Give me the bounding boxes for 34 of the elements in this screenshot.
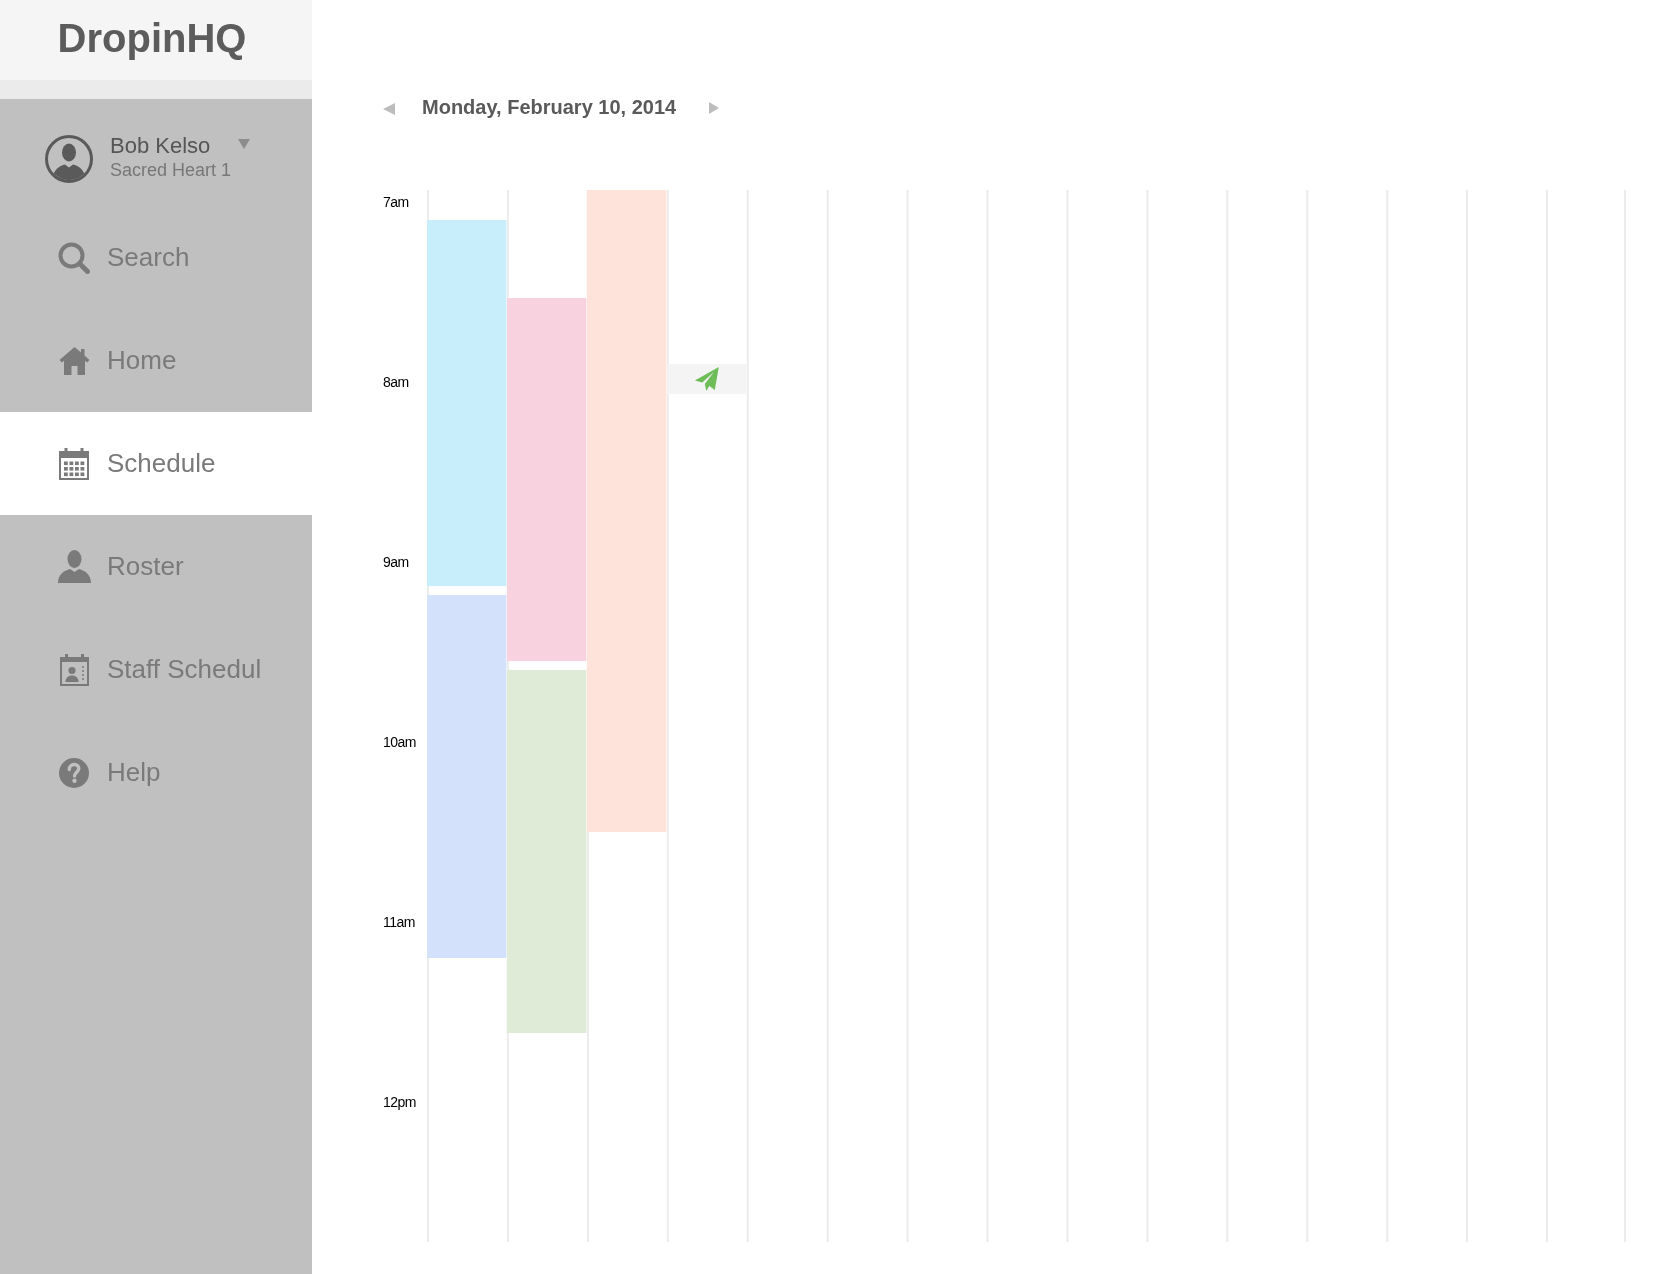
person-icon — [57, 550, 91, 583]
next-day-button[interactable] — [709, 102, 720, 114]
date-title: Monday, February 10, 2014 — [422, 95, 677, 120]
event-block[interactable] — [427, 595, 507, 958]
user-subtitle: Sacred Heart 1 — [110, 160, 232, 181]
event-block[interactable] — [427, 220, 507, 586]
search-icon — [58, 241, 90, 274]
right-triangle-icon — [709, 102, 720, 114]
paper-plane-icon[interactable] — [694, 367, 719, 391]
time-label: 9am — [383, 554, 409, 570]
event-block[interactable] — [506, 298, 587, 661]
event-block[interactable] — [586, 190, 667, 832]
sidebar-item[interactable]: Schedule — [0, 412, 312, 515]
caret-icon[interactable] — [238, 139, 251, 150]
calendar-icon — [59, 447, 89, 480]
time-label: 11am — [383, 914, 415, 930]
time-label: 12pm — [383, 1094, 417, 1110]
time-label: 8am — [383, 374, 409, 390]
time-label: 7am — [383, 194, 409, 210]
left-triangle-icon — [383, 103, 395, 115]
sidebar-item[interactable]: Help — [0, 721, 312, 824]
sidebar-item[interactable]: Staff Schedul — [0, 618, 312, 721]
avatar-icon — [45, 134, 93, 183]
previous-day-button[interactable] — [383, 103, 395, 115]
home-icon — [58, 346, 90, 375]
sidebar-item[interactable]: Roster — [0, 515, 312, 618]
event-block[interactable] — [506, 670, 587, 1033]
time-label: 10am — [383, 734, 417, 750]
staff-calendar-icon — [59, 653, 89, 686]
sidebar-item[interactable]: Search — [0, 206, 312, 309]
user-name: Bob Kelso — [110, 134, 211, 159]
sidebar-item[interactable]: Home — [0, 309, 312, 412]
help-icon — [58, 757, 90, 788]
logo-text: DropinHQ — [57, 18, 247, 58]
